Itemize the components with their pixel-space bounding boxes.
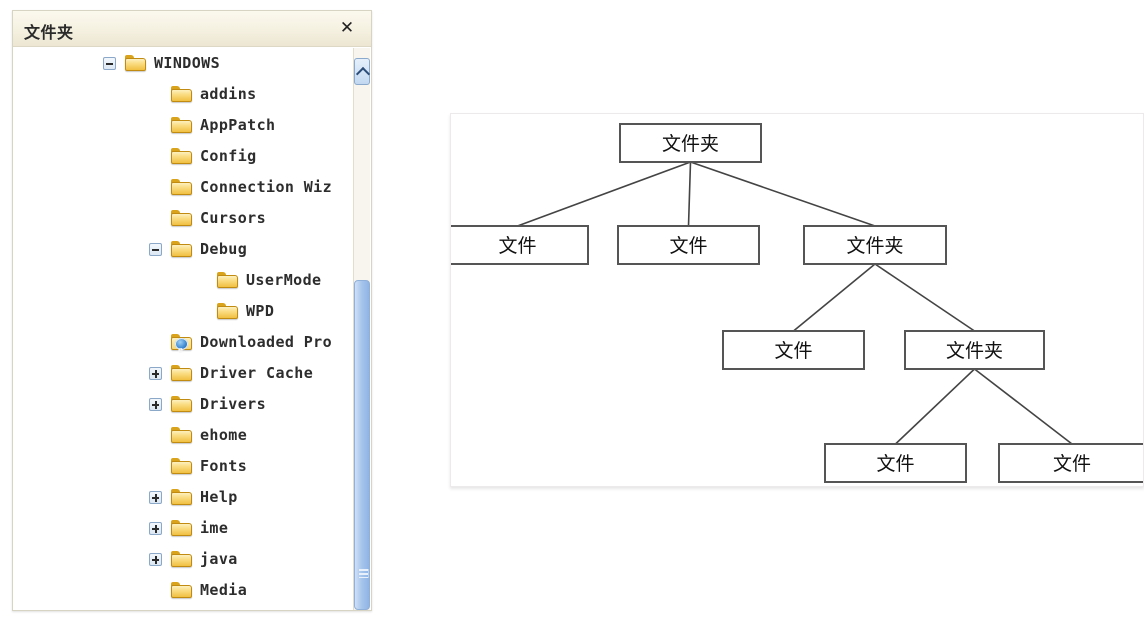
tree-item-drivers[interactable]: Drivers xyxy=(14,389,354,420)
diagram-node-folder[interactable]: 文件夹 xyxy=(803,225,947,265)
tree-item-media[interactable]: Media xyxy=(14,575,354,606)
folder-icon xyxy=(171,86,193,103)
tree-item-help[interactable]: Help xyxy=(14,482,354,513)
tree-item-label: ime xyxy=(200,519,229,537)
diagram-node-file[interactable]: 文件 xyxy=(617,225,760,265)
tree-item-config[interactable]: Config xyxy=(14,141,354,172)
folder-icon xyxy=(217,303,239,320)
tree-item-label: Media xyxy=(200,581,248,599)
folder-ie-icon xyxy=(171,334,193,358)
tree-item-label: Connection Wiz xyxy=(200,178,333,196)
tree-item-label: Cursors xyxy=(200,209,267,227)
tree-item-label: Help xyxy=(200,488,238,506)
tree-item-ime[interactable]: ime xyxy=(14,513,354,544)
diagram-node-file[interactable]: 文件 xyxy=(824,443,967,483)
tree-item-java[interactable]: java xyxy=(14,544,354,575)
tree-item-label: WINDOWS xyxy=(154,54,221,72)
tree-item-label: Driver Cache xyxy=(200,364,314,382)
diagram-node-label: 文件夹 xyxy=(662,133,719,155)
diagram-node-file[interactable]: 文件 xyxy=(998,443,1144,483)
tree-item-label: java xyxy=(200,550,238,568)
diagram-node-label: 文件夹 xyxy=(846,235,903,257)
tree-item-label: UserMode xyxy=(246,271,322,289)
diagram-edge xyxy=(517,161,691,227)
folder-icon xyxy=(171,179,193,196)
folder-icon xyxy=(171,396,193,413)
tree-item-wpd[interactable]: WPD xyxy=(14,296,354,327)
folder-icon xyxy=(171,210,193,227)
page-title: 文件夹 xyxy=(24,23,74,42)
tree-item-downloaded-pro[interactable]: Downloaded Pro xyxy=(14,327,354,358)
tree-item-label: WPD xyxy=(246,302,275,320)
folder-icon xyxy=(171,365,193,382)
folders-panel: 文件夹 ✕ WINDOWS addins AppPatch Config Connect… xyxy=(12,10,372,611)
close-icon[interactable]: ✕ xyxy=(337,18,357,38)
diagram-edge xyxy=(974,368,1073,445)
folder-icon xyxy=(171,489,193,506)
diagram-edge xyxy=(874,263,975,332)
expand-plus-icon[interactable] xyxy=(149,522,162,535)
tree-item-debug[interactable]: Debug xyxy=(14,234,354,265)
tree-item-windows[interactable]: WINDOWS xyxy=(14,48,354,79)
scroll-thumb[interactable] xyxy=(354,280,370,610)
folder-icon xyxy=(171,148,193,165)
folder-icon xyxy=(171,520,193,537)
folders-panel-header: 文件夹 ✕ xyxy=(13,11,371,47)
tree-item-connection-wiz[interactable]: Connection Wiz xyxy=(14,172,354,203)
folder-icon xyxy=(125,55,147,72)
collapse-minus-icon[interactable] xyxy=(103,57,116,70)
tree-item-label: Fonts xyxy=(200,457,248,475)
folder-icon xyxy=(171,117,193,134)
diagram-canvas: 文件夹文件 文件 文件夹文件 文件夹文件 文件 xyxy=(451,123,1144,483)
tree-item-label: addins xyxy=(200,85,257,103)
diagram-edge xyxy=(894,368,976,445)
folder-icon xyxy=(171,427,193,444)
tree-item-ehome[interactable]: ehome xyxy=(14,420,354,451)
expand-plus-icon[interactable] xyxy=(149,491,162,504)
collapse-minus-icon[interactable] xyxy=(149,243,162,256)
tree-item-usermode[interactable]: UserMode xyxy=(14,265,354,296)
diagram-nodes: 文件夹文件 文件 文件夹文件 文件夹文件 文件 xyxy=(451,123,1144,483)
diagram-node-file[interactable]: 文件 xyxy=(722,330,865,370)
diagram-edge xyxy=(690,161,876,227)
tree-scrollbar[interactable] xyxy=(353,48,370,610)
tree-item-label: Config xyxy=(200,147,257,165)
expand-plus-icon[interactable] xyxy=(149,398,162,411)
diagram-node-label: 文件 xyxy=(669,235,707,257)
diagram-node-label: 文件 xyxy=(1053,453,1091,475)
tree-item-fonts[interactable]: Fonts xyxy=(14,451,354,482)
diagram-node-folder[interactable]: 文件夹 xyxy=(619,123,762,163)
diagram-edge xyxy=(687,161,692,227)
tree-item-addins[interactable]: addins xyxy=(14,79,354,110)
expand-plus-icon[interactable] xyxy=(149,553,162,566)
diagram-node-label: 文件 xyxy=(498,235,536,257)
diagram-node-label: 文件 xyxy=(876,453,914,475)
tree-item-label: Downloaded Pro xyxy=(200,333,333,351)
diagram-edge xyxy=(792,263,876,332)
folder-structure-diagram: 文件夹 文件 文件 文件夹 文件 文件夹 文件 文件 xyxy=(450,113,1144,487)
tree-item-label: Drivers xyxy=(200,395,267,413)
folder-icon xyxy=(171,551,193,568)
tree-item-cursors[interactable]: Cursors xyxy=(14,203,354,234)
diagram-edges xyxy=(517,161,1073,445)
tree-item-driver-cache[interactable]: Driver Cache xyxy=(14,358,354,389)
tree-item-label: AppPatch xyxy=(200,116,276,134)
diagram-node-folder[interactable]: 文件夹 xyxy=(904,330,1045,370)
folder-icon xyxy=(171,458,193,475)
tree-item-label: ehome xyxy=(200,426,248,444)
diagram-node-label: 文件 xyxy=(774,340,812,362)
diagram-node-label: 文件夹 xyxy=(946,340,1003,362)
folder-icon xyxy=(217,272,239,289)
diagram-node-file[interactable]: 文件 xyxy=(451,225,589,265)
scroll-up-arrow-icon[interactable] xyxy=(354,58,370,85)
folder-icon xyxy=(171,241,193,258)
folder-icon xyxy=(171,582,193,599)
tree-item-label: Debug xyxy=(200,240,248,258)
expand-plus-icon[interactable] xyxy=(149,367,162,380)
folder-tree[interactable]: WINDOWS addins AppPatch Config Connection Wi… xyxy=(14,48,354,610)
tree-item-apppatch[interactable]: AppPatch xyxy=(14,110,354,141)
